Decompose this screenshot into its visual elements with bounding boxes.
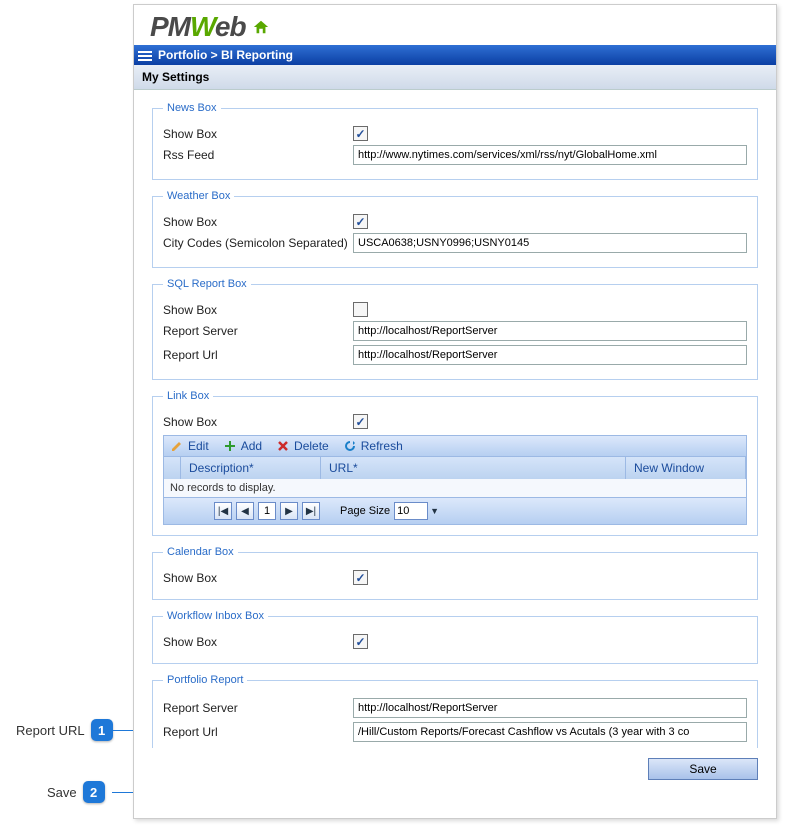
menu-icon[interactable] bbox=[138, 49, 152, 61]
page-size-input[interactable] bbox=[394, 502, 428, 520]
save-button[interactable]: Save bbox=[648, 758, 758, 780]
delete-button[interactable]: Delete bbox=[276, 439, 329, 453]
city-codes-label: City Codes (Semicolon Separated) bbox=[163, 236, 353, 250]
report-url-label: Report Url bbox=[163, 725, 353, 739]
calendar-box: Calendar Box Show Box ✓ bbox=[152, 546, 758, 600]
fieldset-legend: News Box bbox=[163, 102, 221, 114]
callout-label: Save bbox=[47, 785, 77, 800]
pager-prev-button[interactable]: ◀ bbox=[236, 502, 254, 520]
dropdown-icon[interactable]: ▼ bbox=[430, 506, 439, 516]
callout-number: 2 bbox=[83, 781, 105, 803]
report-server-label: Report Server bbox=[163, 324, 353, 338]
fieldset-legend: Calendar Box bbox=[163, 546, 238, 558]
rss-feed-input[interactable] bbox=[353, 145, 747, 165]
sql-report-box: SQL Report Box Show Box Report Server Re… bbox=[152, 278, 758, 380]
show-box-label: Show Box bbox=[163, 215, 353, 229]
fieldset-legend: Portfolio Report bbox=[163, 674, 247, 686]
news-box: News Box Show Box ✓ Rss Feed bbox=[152, 102, 758, 180]
pencil-icon bbox=[170, 439, 184, 453]
portfolio-report-url-input[interactable] bbox=[353, 722, 747, 742]
calendar-show-checkbox[interactable]: ✓ bbox=[353, 570, 368, 585]
grid-header: Description* URL* New Window bbox=[163, 457, 747, 479]
page-size-label: Page Size bbox=[340, 505, 390, 517]
breadcrumb-bar: Portfolio > BI Reporting bbox=[134, 45, 776, 65]
save-row: Save bbox=[134, 754, 776, 784]
grid-empty-message: No records to display. bbox=[163, 479, 747, 498]
show-box-label: Show Box bbox=[163, 571, 353, 585]
link-show-checkbox[interactable]: ✓ bbox=[353, 414, 368, 429]
home-icon[interactable] bbox=[252, 19, 270, 35]
link-box: Link Box Show Box ✓ Edit Add Delete bbox=[152, 390, 758, 536]
col-description[interactable]: Description* bbox=[181, 457, 321, 479]
breadcrumb: Portfolio > BI Reporting bbox=[158, 48, 293, 62]
callout-save: Save 2 bbox=[47, 781, 105, 803]
workflow-show-checkbox[interactable]: ✓ bbox=[353, 634, 368, 649]
callout-number: 1 bbox=[91, 719, 113, 741]
sql-report-server-input[interactable] bbox=[353, 321, 747, 341]
fieldset-legend: Link Box bbox=[163, 390, 213, 402]
callout-report-url: Report URL 1 bbox=[16, 719, 113, 741]
x-icon bbox=[276, 439, 290, 453]
settings-content: News Box Show Box ✓ Rss Feed Weather Box… bbox=[134, 90, 776, 754]
pager-next-button[interactable]: ▶ bbox=[280, 502, 298, 520]
report-url-label: Report Url bbox=[163, 348, 353, 362]
logo-row: PMWeb bbox=[134, 5, 776, 45]
city-codes-input[interactable] bbox=[353, 233, 747, 253]
portfolio-report-box: Portfolio Report Report Server Report Ur… bbox=[152, 674, 758, 748]
app-logo: PMWeb bbox=[150, 11, 246, 43]
sql-report-url-input[interactable] bbox=[353, 345, 747, 365]
fieldset-legend: SQL Report Box bbox=[163, 278, 251, 290]
weather-show-checkbox[interactable]: ✓ bbox=[353, 214, 368, 229]
add-button[interactable]: Add bbox=[223, 439, 262, 453]
page-title: My Settings bbox=[134, 65, 776, 90]
grid-handle-col bbox=[164, 457, 181, 479]
show-box-label: Show Box bbox=[163, 415, 353, 429]
pager-first-button[interactable]: |◀ bbox=[214, 502, 232, 520]
plus-icon bbox=[223, 439, 237, 453]
portfolio-report-server-input[interactable] bbox=[353, 698, 747, 718]
report-server-label: Report Server bbox=[163, 701, 353, 715]
col-url[interactable]: URL* bbox=[321, 457, 626, 479]
news-show-checkbox[interactable]: ✓ bbox=[353, 126, 368, 141]
show-box-label: Show Box bbox=[163, 635, 353, 649]
fieldset-legend: Weather Box bbox=[163, 190, 234, 202]
app-window: PMWeb Portfolio > BI Reporting My Settin… bbox=[133, 4, 777, 819]
workflow-inbox-box: Workflow Inbox Box Show Box ✓ bbox=[152, 610, 758, 664]
grid-pager: |◀ ◀ ▶ ▶| Page Size ▼ bbox=[163, 498, 747, 525]
grid-toolbar: Edit Add Delete Refresh bbox=[163, 435, 747, 457]
fieldset-legend: Workflow Inbox Box bbox=[163, 610, 268, 622]
rss-feed-label: Rss Feed bbox=[163, 148, 353, 162]
show-box-label: Show Box bbox=[163, 127, 353, 141]
sql-show-checkbox[interactable] bbox=[353, 302, 368, 317]
col-new-window[interactable]: New Window bbox=[626, 457, 746, 479]
weather-box: Weather Box Show Box ✓ City Codes (Semic… bbox=[152, 190, 758, 268]
refresh-icon bbox=[343, 439, 357, 453]
pager-last-button[interactable]: ▶| bbox=[302, 502, 320, 520]
edit-button[interactable]: Edit bbox=[170, 439, 209, 453]
callout-label: Report URL bbox=[16, 723, 85, 738]
pager-page-input[interactable] bbox=[258, 502, 276, 520]
show-box-label: Show Box bbox=[163, 303, 353, 317]
refresh-button[interactable]: Refresh bbox=[343, 439, 403, 453]
